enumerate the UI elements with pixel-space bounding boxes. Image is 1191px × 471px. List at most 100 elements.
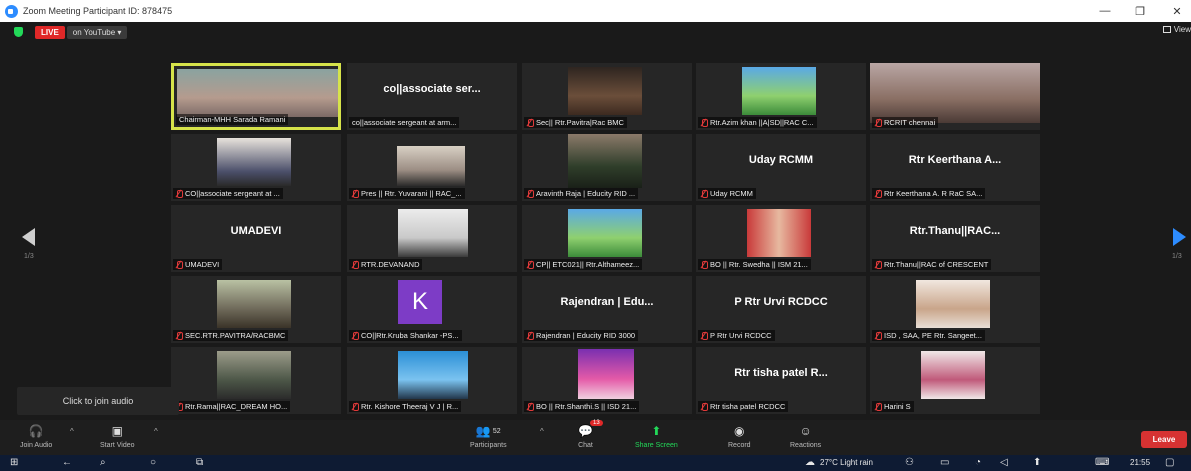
participant-name-tag: Aravinth Raja | Educity RID ... bbox=[524, 188, 639, 199]
participant-name-tag: Uday RCMM bbox=[698, 188, 756, 199]
start-video-button[interactable]: ▣ Start Video bbox=[100, 423, 135, 449]
participant-name: Aravinth Raja | Educity RID ... bbox=[536, 189, 636, 198]
participant-name-tag: P Rtr Urvi RCDCC bbox=[698, 330, 775, 341]
participant-video bbox=[397, 146, 465, 186]
participant-name-tag: Rajendran | Educity RID 3000 bbox=[524, 330, 639, 341]
security-shield-icon[interactable] bbox=[14, 27, 23, 37]
participant-tile[interactable]: Rtr.Azim khan ||A|SD||RAC C... bbox=[696, 63, 866, 130]
page-indicator-left: 1/3 bbox=[24, 253, 34, 260]
participant-tile[interactable]: Rtr.Thanu||RAC... Rtr.Thanu||RAC of CRESC… bbox=[870, 205, 1040, 272]
participant-tile[interactable]: P Rtr Urvi RCDCC P Rtr Urvi RCDCC bbox=[696, 276, 866, 343]
chat-button[interactable]: 💬 13 Chat bbox=[578, 420, 603, 449]
battery-icon[interactable]: ▭ bbox=[940, 457, 949, 468]
mic-muted-icon bbox=[176, 261, 183, 269]
record-icon: ◉ bbox=[734, 424, 745, 438]
participant-tile[interactable]: Aravinth Raja | Educity RID ... bbox=[522, 134, 692, 201]
mic-muted-icon bbox=[701, 190, 708, 198]
participant-name-tag: Rtr Keerthana A. R RaC SA... bbox=[872, 188, 986, 199]
keyboard-icon[interactable]: ⌨ bbox=[1095, 457, 1109, 468]
participant-tile[interactable]: Chairman-MHH Sarada Ramani bbox=[171, 63, 341, 130]
search-icon[interactable]: ⌕ bbox=[100, 457, 106, 468]
participant-name-tag: UMADEVI bbox=[173, 259, 223, 270]
participant-tile[interactable]: Rtr tisha patel R... Rtr tisha patel RCDC… bbox=[696, 347, 866, 414]
participant-name: CO||Rtr.Kruba Shankar -PS... bbox=[361, 331, 459, 340]
wifi-icon[interactable]: ◔ bbox=[975, 457, 981, 468]
volume-icon[interactable]: ◁ bbox=[1000, 457, 1008, 468]
cortana-icon[interactable]: ○ bbox=[150, 457, 156, 468]
participant-video bbox=[568, 209, 642, 257]
participant-tile[interactable]: RTR.DEVANAND bbox=[347, 205, 517, 272]
participant-tile[interactable]: BO || Rtr.Shanthi.S || ISD 21... bbox=[522, 347, 692, 414]
headphones-icon: 🎧 bbox=[28, 424, 44, 438]
record-button[interactable]: ◉ Record bbox=[728, 423, 751, 449]
task-view-icon[interactable]: ⧉ bbox=[196, 457, 203, 468]
mic-muted-icon bbox=[701, 403, 708, 411]
participant-tile[interactable]: K CO||Rtr.Kruba Shankar -PS... bbox=[347, 276, 517, 343]
record-label: Record bbox=[728, 442, 751, 449]
share-screen-button[interactable]: ⬆ Share Screen bbox=[635, 423, 678, 449]
participant-display-name: UMADEVI bbox=[230, 225, 282, 237]
notification-tray-icon[interactable]: ⬆ bbox=[1033, 457, 1041, 468]
participant-name-tag: Rtr.Azim khan ||A|SD||RAC C... bbox=[698, 117, 817, 128]
participant-tile[interactable]: UMADEVI UMADEVI bbox=[171, 205, 341, 272]
start-video-label: Start Video bbox=[100, 442, 135, 449]
audio-options-caret-icon[interactable]: ^ bbox=[70, 427, 74, 436]
participant-video bbox=[742, 67, 816, 115]
windows-start-icon[interactable]: ⊞ bbox=[10, 457, 18, 468]
participant-name: Uday RCMM bbox=[710, 189, 753, 198]
previous-page-arrow-icon[interactable] bbox=[22, 228, 35, 246]
participant-name: co||associate sergeant at arm... bbox=[352, 118, 457, 127]
participant-tile[interactable]: Sec|| Rtr.Pavitra|Rac BMC bbox=[522, 63, 692, 130]
participant-tile[interactable]: CO||associate sergeant at ... bbox=[171, 134, 341, 201]
participant-video bbox=[870, 63, 1040, 123]
participant-name: Sec|| Rtr.Pavitra|Rac BMC bbox=[536, 118, 624, 127]
participant-tile[interactable]: SEC.RTR.PAVITRA/RACBMC bbox=[171, 276, 341, 343]
gallery-view: Chairman-MHH Sarada Ramani co||associate … bbox=[171, 63, 1041, 414]
leave-button[interactable]: Leave bbox=[1141, 431, 1187, 448]
participant-tile[interactable]: CP|| ETC021|| Rtr.Althameez... bbox=[522, 205, 692, 272]
mic-muted-icon bbox=[875, 261, 882, 269]
back-arrow-icon[interactable]: ← bbox=[62, 457, 72, 468]
join-audio-tooltip[interactable]: Click to join audio bbox=[17, 387, 179, 415]
video-options-caret-icon[interactable]: ^ bbox=[154, 427, 158, 436]
clock[interactable]: 21:55 bbox=[1130, 458, 1150, 467]
participant-name: Pres || Rtr. Yuvarani || RAC_... bbox=[361, 189, 462, 198]
mic-muted-icon bbox=[527, 119, 534, 127]
view-button[interactable]: View bbox=[1162, 25, 1191, 34]
participant-tile[interactable]: BO || Rtr. Swedha || ISM 21... bbox=[696, 205, 866, 272]
people-icon[interactable]: ⚇ bbox=[905, 457, 914, 468]
participant-video bbox=[217, 351, 291, 399]
next-page-arrow-icon[interactable] bbox=[1173, 228, 1186, 246]
participant-tile[interactable]: co||associate ser... co||associate sergea… bbox=[347, 63, 517, 130]
weather-text[interactable]: 27°C Light rain bbox=[820, 458, 873, 467]
minimize-icon[interactable]: — bbox=[1090, 0, 1120, 22]
close-icon[interactable]: ✕ bbox=[1162, 0, 1191, 22]
participant-tile[interactable]: Harini S bbox=[870, 347, 1040, 414]
mic-muted-icon bbox=[176, 332, 183, 340]
mic-muted-icon bbox=[527, 403, 534, 411]
participant-display-name: Rajendran | Edu... bbox=[560, 296, 654, 308]
participants-caret-icon[interactable]: ^ bbox=[540, 427, 544, 436]
participant-tile[interactable]: Rtr.Rama||RAC_DREAM HO... bbox=[171, 347, 341, 414]
participant-tile[interactable]: Rtr. Kishore Theeraj V J | R... bbox=[347, 347, 517, 414]
participants-button[interactable]: 👥 52 Participants bbox=[470, 423, 507, 449]
maximize-icon[interactable]: ❐ bbox=[1125, 0, 1155, 22]
participant-tile[interactable]: RCRIT chennai bbox=[870, 63, 1040, 130]
zoom-window: Zoom Meeting Participant ID: 878475 — ❐ … bbox=[0, 0, 1191, 471]
participant-name: CO||associate sergeant at ... bbox=[185, 189, 280, 198]
participant-display-name: co||associate ser... bbox=[383, 83, 481, 95]
participant-tile[interactable]: ISD , SAA, PE Rtr. Sangeet... bbox=[870, 276, 1040, 343]
participant-tile[interactable]: Pres || Rtr. Yuvarani || RAC_... bbox=[347, 134, 517, 201]
participant-tile[interactable]: Rajendran | Edu... Rajendran | Educity RI… bbox=[522, 276, 692, 343]
youtube-stream-dropdown[interactable]: on YouTube ▾ bbox=[66, 25, 128, 39]
mic-muted-icon bbox=[352, 261, 359, 269]
action-center-icon[interactable]: ▢ bbox=[1165, 457, 1174, 468]
mic-muted-icon bbox=[527, 332, 534, 340]
participant-name-tag: Rtr. Kishore Theeraj V J | R... bbox=[349, 401, 462, 412]
join-audio-button[interactable]: 🎧 Join Audio bbox=[20, 423, 52, 449]
participant-name: BO || Rtr. Swedha || ISM 21... bbox=[710, 260, 808, 269]
participant-tile[interactable]: Rtr Keerthana A... Rtr Keerthana A. R RaC… bbox=[870, 134, 1040, 201]
participant-tile[interactable]: Uday RCMM Uday RCMM bbox=[696, 134, 866, 201]
reactions-button[interactable]: ☺ Reactions bbox=[790, 423, 821, 449]
live-badge[interactable]: LIVE bbox=[35, 25, 65, 39]
